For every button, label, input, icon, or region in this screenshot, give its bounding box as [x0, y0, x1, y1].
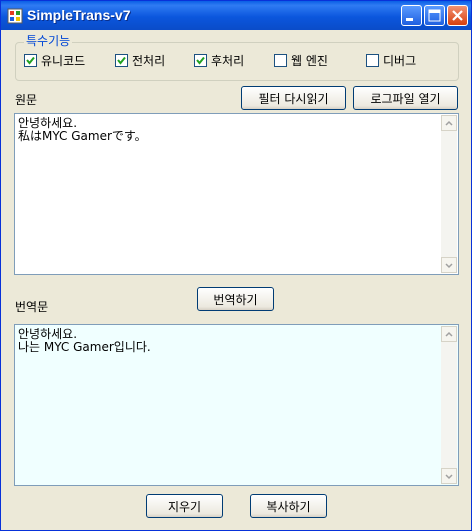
minimize-button[interactable] — [401, 5, 422, 26]
unicode-checkbox[interactable]: 유니코드 — [24, 52, 85, 68]
source-scrollbar[interactable] — [441, 115, 457, 273]
scroll-down-button[interactable] — [441, 257, 457, 273]
checkmark-icon — [196, 56, 205, 65]
debug-checkbox[interactable]: 디버그 — [366, 52, 416, 68]
web-engine-checkbox[interactable]: 웹 엔진 — [274, 52, 328, 68]
title-bar[interactable]: SimpleTrans-v7 — [1, 1, 471, 30]
postprocess-checkbox-label: 후처리 — [211, 53, 245, 68]
unicode-check-box[interactable] — [24, 53, 37, 67]
scroll-up-button[interactable] — [441, 115, 457, 131]
postprocess-check-box[interactable] — [194, 53, 207, 67]
arrow-down-icon — [445, 263, 453, 269]
open-log-button[interactable]: 로그파일 열기 — [353, 86, 458, 110]
arrow-up-icon — [445, 331, 453, 337]
scroll-down-button[interactable] — [441, 468, 457, 484]
window-title: SimpleTrans-v7 — [27, 7, 131, 23]
copy-button[interactable]: 복사하기 — [250, 494, 327, 518]
web-engine-check-box[interactable] — [274, 53, 287, 67]
close-icon — [452, 10, 463, 21]
preprocess-checkbox[interactable]: 전처리 — [115, 52, 165, 68]
checkmark-icon — [26, 56, 35, 65]
arrow-up-icon — [445, 120, 453, 126]
preprocess-checkbox-label: 전처리 — [132, 53, 166, 68]
source-text-content: 안녕하세요. 私はMYC Gamerです。 — [18, 117, 147, 143]
result-text-content: 안녕하세요. 나는 MYC Gamer입니다. — [18, 328, 151, 354]
source-text-label: 원문 — [15, 93, 38, 107]
debug-checkbox-label: 디버그 — [383, 53, 417, 68]
web-engine-checkbox-label: 웹 엔진 — [291, 53, 328, 68]
unicode-checkbox-label: 유니코드 — [41, 53, 86, 68]
clear-button[interactable]: 지우기 — [146, 494, 223, 518]
preprocess-check-box[interactable] — [115, 53, 128, 67]
reload-filter-button[interactable]: 필터 다시읽기 — [241, 86, 346, 110]
window-client-area: 특수기능 유니코드 전처리 후처리 웹 엔진 디버그 원문 필터 다시읽기 로그… — [4, 30, 468, 528]
translate-button[interactable]: 번역하기 — [197, 287, 274, 311]
debug-check-box[interactable] — [366, 53, 379, 67]
app-window: SimpleTrans-v7 특수기능 유니코드 전처리 후처리 웹 엔진 디버… — [0, 0, 472, 531]
special-features-legend: 특수기능 — [24, 32, 73, 49]
result-textbox[interactable]: 안녕하세요. 나는 MYC Gamer입니다. — [14, 324, 459, 486]
maximize-button[interactable] — [424, 5, 445, 26]
arrow-down-icon — [445, 474, 453, 480]
checkmark-icon — [117, 56, 126, 65]
postprocess-checkbox[interactable]: 후처리 — [194, 52, 244, 68]
result-text-label: 번역문 — [15, 300, 49, 314]
result-scrollbar[interactable] — [441, 326, 457, 484]
app-icon — [7, 8, 23, 24]
minimize-icon — [406, 18, 413, 21]
scroll-up-button[interactable] — [441, 326, 457, 342]
maximize-icon — [428, 9, 441, 22]
close-button[interactable] — [447, 5, 468, 26]
source-textbox[interactable]: 안녕하세요. 私はMYC Gamerです。 — [14, 113, 459, 275]
